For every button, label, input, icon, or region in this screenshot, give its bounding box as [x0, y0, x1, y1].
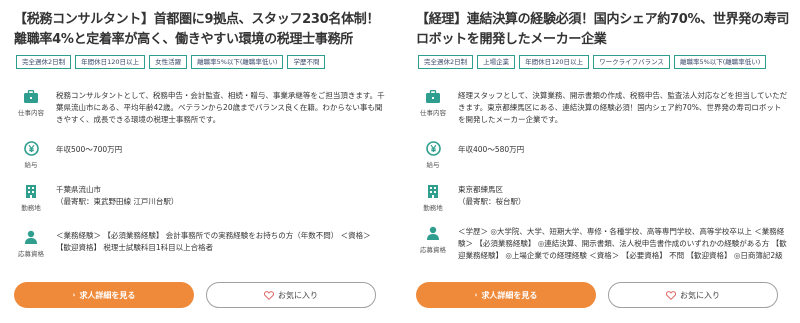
heart-icon — [666, 290, 676, 300]
work-row: 仕事内容 経理スタッフとして、決算業務、開示書類の作成、税務申告、監査法人対応な… — [418, 90, 788, 126]
salary-label: 給与 — [24, 161, 38, 169]
building-icon — [428, 185, 438, 198]
work-label: 仕事内容 — [420, 109, 446, 117]
location-row: 勤務地 東京都練馬区 （最寄駅：桜台駅） — [418, 184, 788, 212]
salary-value: 年収500〜700万円 — [56, 145, 123, 154]
work-description: 税務コンサルタントとして、税務申告・会計監査、相続・贈与、事業承継等をご担当頂き… — [56, 91, 385, 124]
salary-icon-wrap: 給与 — [16, 141, 46, 169]
building-icon — [26, 185, 36, 198]
requirements-row: 応募資格 ＜業務経験＞ 【必須業務経験】 会計事務所での実務経験をお持ちの方（年… — [16, 230, 386, 258]
salary-value: 年収400〜580万円 — [458, 145, 525, 154]
location-city: 千葉県流山市 — [56, 185, 101, 194]
tag: 完全週休2日制 — [16, 55, 72, 69]
location-city: 東京都練馬区 — [458, 185, 503, 194]
tag: ワークライフバランス — [593, 55, 670, 69]
yen-coin-icon — [23, 141, 39, 156]
job-title[interactable]: 【税務コンサルタント】首都圏に9拠点、スタッフ230名体制！離職率4%と定着率が… — [14, 10, 389, 50]
job-title[interactable]: 【経理】連結決算の経験必須！国内シェア約70%、世界発の寿司ロボットを開発したメ… — [416, 10, 791, 50]
work-row: 仕事内容 税務コンサルタントとして、税務申告・会計監査、相続・贈与、事業承継等を… — [16, 90, 386, 126]
favorite-label: お気に入り — [680, 290, 720, 300]
tag: 女性活躍 — [149, 55, 188, 69]
chevron-right-icon: › — [72, 291, 76, 299]
salary-row: 給与 年収500〜700万円 — [16, 141, 386, 169]
requirements-icon-wrap: 応募資格 — [16, 230, 46, 258]
job-detail-button[interactable]: › 求人詳細を見る — [14, 282, 194, 308]
chevron-right-icon: › — [474, 291, 478, 299]
person-icon — [25, 230, 37, 244]
location-station: （最寄駅：東武野田線 江戸川台駅） — [56, 197, 179, 206]
location-icon-wrap: 勤務地 — [418, 184, 448, 212]
heart-icon — [264, 290, 274, 300]
requirements-text: ＜学歴＞ ◎大学院、大学、短期大学、専修・各種学校、高等専門学校、高等学校卒以上… — [458, 227, 787, 260]
requirements-label: 応募資格 — [18, 250, 44, 258]
work-icon-wrap: 仕事内容 — [16, 90, 46, 126]
job-detail-button[interactable]: › 求人詳細を見る — [416, 282, 596, 308]
tag: 年間休日120日以上 — [75, 55, 146, 69]
tag: 学歴不問 — [287, 55, 326, 69]
tag: 上場企業 — [477, 55, 516, 69]
person-icon — [427, 226, 439, 240]
location-icon-wrap: 勤務地 — [16, 184, 46, 212]
location-station: （最寄駅：桜台駅） — [458, 197, 526, 206]
requirements-text: ＜業務経験＞ 【必須業務経験】 会計事務所での実務経験をお持ちの方（年数不問） … — [56, 231, 371, 252]
favorite-button[interactable]: お気に入り — [206, 282, 376, 308]
tag-list: 完全週休2日制 年間休日120日以上 女性活躍 離職率5%以下(離職率低い) 学… — [16, 55, 326, 69]
location-row: 勤務地 千葉県流山市 （最寄駅：東武野田線 江戸川台駅） — [16, 184, 386, 212]
salary-icon-wrap: 給与 — [418, 141, 448, 169]
favorite-button[interactable]: お気に入り — [608, 282, 778, 308]
briefcase-icon — [426, 90, 440, 103]
salary-row: 給与 年収400〜580万円 — [418, 141, 788, 169]
tag: 完全週休2日制 — [418, 55, 474, 69]
location-label: 勤務地 — [423, 204, 443, 212]
location-label: 勤務地 — [21, 204, 41, 212]
job-card: 【税務コンサルタント】首都圏に9拠点、スタッフ230名体制！離職率4%と定着率が… — [4, 0, 394, 323]
favorite-label: お気に入り — [278, 290, 318, 300]
requirements-icon-wrap: 応募資格 — [418, 226, 448, 262]
tag: 離職率5%以下(離職率低い) — [673, 55, 767, 69]
job-card: 【経理】連結決算の経験必須！国内シェア約70%、世界発の寿司ロボットを開発したメ… — [406, 0, 796, 323]
requirements-label: 応募資格 — [420, 246, 446, 254]
tag-list: 完全週休2日制 上場企業 年間休日120日以上 ワークライフバランス 離職率5%… — [418, 55, 767, 69]
work-description: 経理スタッフとして、決算業務、開示書類の作成、税務申告、監査法人対応などを担当し… — [458, 91, 788, 124]
location-value: 千葉県流山市 （最寄駅：東武野田線 江戸川台駅） — [56, 184, 386, 212]
work-icon-wrap: 仕事内容 — [418, 90, 448, 126]
location-value: 東京都練馬区 （最寄駅：桜台駅） — [458, 184, 788, 212]
yen-coin-icon — [425, 141, 441, 156]
salary-label: 給与 — [426, 161, 440, 169]
requirements-row: 応募資格 ＜学歴＞ ◎大学院、大学、短期大学、専修・各種学校、高等専門学校、高等… — [418, 226, 788, 262]
job-detail-label: 求人詳細を見る — [79, 290, 136, 300]
tag: 年間休日120日以上 — [519, 55, 590, 69]
briefcase-icon — [24, 90, 38, 103]
tag: 離職率5%以下(離職率低い) — [191, 55, 284, 69]
job-detail-label: 求人詳細を見る — [481, 290, 538, 300]
work-label: 仕事内容 — [18, 109, 44, 117]
